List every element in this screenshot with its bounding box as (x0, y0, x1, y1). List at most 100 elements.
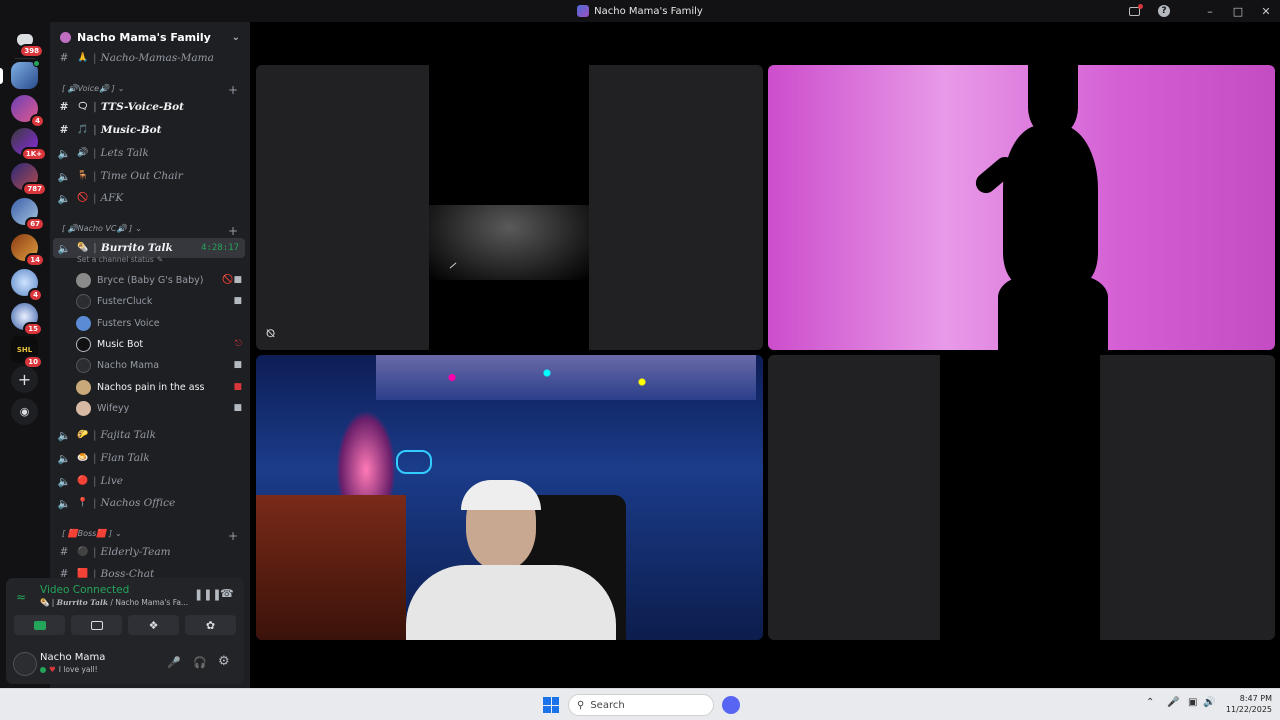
online-dot (40, 666, 46, 673)
tray-mic-icon[interactable]: 🎤 (1167, 697, 1179, 708)
speaker-icon: 🔈 (57, 429, 71, 442)
headphones-icon[interactable]: 🎧 (193, 656, 207, 669)
person (406, 480, 621, 640)
video-tile-road[interactable]: ⦰ (256, 65, 763, 350)
guild-name: Nacho Mama's Family (77, 31, 211, 44)
user-avatar[interactable] (13, 652, 37, 676)
user-name: Nacho Mama (40, 652, 106, 663)
tray-volume-icon[interactable]: 🔊 (1203, 697, 1215, 708)
participant-wifeyy[interactable]: Wifeyy ■ (76, 399, 242, 417)
participant-music-bot[interactable]: Music Bot ⎋ (76, 335, 242, 353)
video-icon: ■ (233, 403, 242, 413)
soundboard-button[interactable]: ✿ (185, 615, 236, 635)
connection-status: Video Connected (40, 584, 130, 596)
participant-nachos-pain[interactable]: Nachos pain in the ass ■ (76, 378, 242, 396)
tray-network-icon[interactable]: ▣ (1188, 697, 1197, 708)
windows-start-icon[interactable] (543, 697, 559, 713)
camera-button[interactable] (14, 615, 65, 635)
participant-fusters-voice[interactable]: Fusters Voice (76, 314, 242, 332)
channel-nachos-office[interactable]: 🔈 📍 | Nachos Office (53, 493, 245, 513)
shelf-left (256, 495, 406, 640)
call-timer: 4:28:17 (201, 243, 239, 253)
selected-pill (0, 68, 3, 84)
add-server-icon[interactable]: + (11, 366, 38, 393)
video-tile-dark[interactable] (768, 355, 1275, 640)
disconnect-icon[interactable]: ☎ (220, 587, 234, 600)
discover-icon[interactable]: ◉ (11, 398, 38, 425)
maximize-icon[interactable]: □ (1224, 0, 1252, 22)
channel-afk[interactable]: 🔈 🚫 | AFK (53, 188, 245, 208)
channel-elderly-team[interactable]: # ⚫ | Elderly-Team (53, 542, 245, 562)
avatar (76, 336, 91, 352)
heart-icon: ♥ (49, 665, 56, 674)
channel-lets-talk[interactable]: 🔈 🔊 | Lets Talk (53, 143, 245, 163)
server-icon-6[interactable]: 14 (11, 234, 45, 267)
activities-icon: ❖ (148, 618, 159, 632)
channel-status-prompt[interactable]: Set a channel status ✎ (77, 255, 163, 264)
chevron-down-icon: ⌄ (231, 32, 240, 43)
server-icon-8[interactable]: 15 (11, 303, 43, 336)
channel-tts-voice-bot[interactable]: # 🗨 | TTS-Voice-Bot (53, 97, 245, 117)
chevron-down-icon: ⌄ (117, 84, 125, 93)
server-icon-5[interactable]: 67 (11, 198, 45, 231)
add-channel-icon[interactable]: + (228, 83, 238, 97)
participant-nacho-mama[interactable]: Nacho Mama ■ (76, 356, 242, 374)
channel-time-out-chair[interactable]: 🔈 🪑 | Time Out Chair (53, 166, 245, 186)
server-icon-4[interactable]: 787 (11, 163, 47, 196)
taskbar-search[interactable]: ⚲ Search (568, 694, 714, 716)
microphone-icon[interactable]: 🎤 (167, 656, 181, 669)
video-icon: ■ (233, 360, 242, 370)
channel-live[interactable]: 🔈 🔴 | Live (53, 471, 245, 491)
category-voice[interactable]: [ 🔊Voice🔊 ] ⌄ (62, 84, 124, 93)
discord-taskbar-icon[interactable] (722, 696, 740, 714)
avatar (76, 293, 91, 309)
avatar (76, 379, 91, 395)
mute-video-icon: 🚫■ (222, 275, 242, 285)
channel-flan-talk[interactable]: 🔈 🍮 | Flan Talk (53, 448, 245, 468)
category-boss[interactable]: [ 🟥Boss🟥 ] ⌄ (62, 529, 122, 538)
avatar (76, 272, 91, 288)
window-title: Nacho Mama's Family (577, 5, 703, 17)
settings-icon[interactable]: ⚙ (218, 654, 230, 669)
channel-nacho-mamas-mama[interactable]: # 🙏 | Nacho-Mamas-Mama (53, 48, 245, 68)
activities-button[interactable]: ❖ (128, 615, 179, 635)
speaker-icon: 🔈 (57, 497, 71, 510)
connection-channel[interactable]: 🌯 | Burrito Talk / Nacho Mama's Fa... (40, 598, 188, 607)
participant-bryce[interactable]: Bryce (Baby G's Baby) 🚫■ (76, 271, 242, 289)
server-icon-2[interactable]: 4 (11, 95, 45, 128)
camera-icon (33, 620, 46, 630)
home-badge: 398 (19, 44, 44, 58)
soundboard-icon: ✿ (205, 618, 216, 632)
close-icon[interactable]: ✕ (1252, 0, 1280, 22)
channel-fajita-talk[interactable]: 🔈 🌮 | Fajita Talk (53, 425, 245, 445)
windows-taskbar: ⚲ Search ⌃ 🎤 ▣ 🔊 8:47 PM 11/22/2025 (0, 688, 1280, 720)
share-screen-button[interactable] (71, 615, 122, 635)
server-icon-1[interactable] (11, 60, 40, 89)
speaker-icon: 🔈 (57, 147, 71, 160)
video-icon: ■ (233, 296, 242, 306)
video-tile-dancer[interactable] (768, 65, 1275, 350)
speaker-icon: 🔈 (57, 170, 71, 183)
server-icon-7[interactable]: 4 (11, 269, 43, 302)
clock-time: 8:47 PM (1239, 694, 1272, 703)
noise-suppression-icon[interactable]: ❚❚❚ (194, 588, 222, 601)
tray-chevron-icon[interactable]: ⌃ (1146, 697, 1154, 708)
neon-controller (396, 450, 432, 474)
category-nacho-vc[interactable]: [ 🔊Nacho VC🔊 ] ⌄ (62, 224, 142, 233)
participant-fustercluck[interactable]: FusterCluck ■ (76, 292, 242, 310)
title-bar: Nacho Mama's Family ? – □ ✕ (0, 0, 1280, 22)
help-icon[interactable]: ? (1150, 0, 1178, 22)
speaker-icon: 🔈 (57, 192, 71, 205)
disco-ceiling (376, 355, 756, 400)
rail-divider (15, 58, 35, 59)
channel-music-bot[interactable]: # 🎵 | Music-Bot (53, 120, 245, 140)
server-icon-3[interactable]: 1K+ (11, 128, 47, 161)
add-channel-icon[interactable]: + (228, 224, 238, 238)
inbox-icon[interactable] (1120, 0, 1148, 22)
server-icon-9[interactable]: SHL 10 (11, 336, 43, 369)
video-tile-room[interactable] (256, 355, 763, 640)
taskbar-clock[interactable]: 8:47 PM 11/22/2025 (1222, 693, 1272, 715)
minimize-icon[interactable]: – (1196, 0, 1224, 22)
add-channel-icon[interactable]: + (228, 529, 238, 543)
home-button[interactable]: 398 (11, 26, 44, 58)
